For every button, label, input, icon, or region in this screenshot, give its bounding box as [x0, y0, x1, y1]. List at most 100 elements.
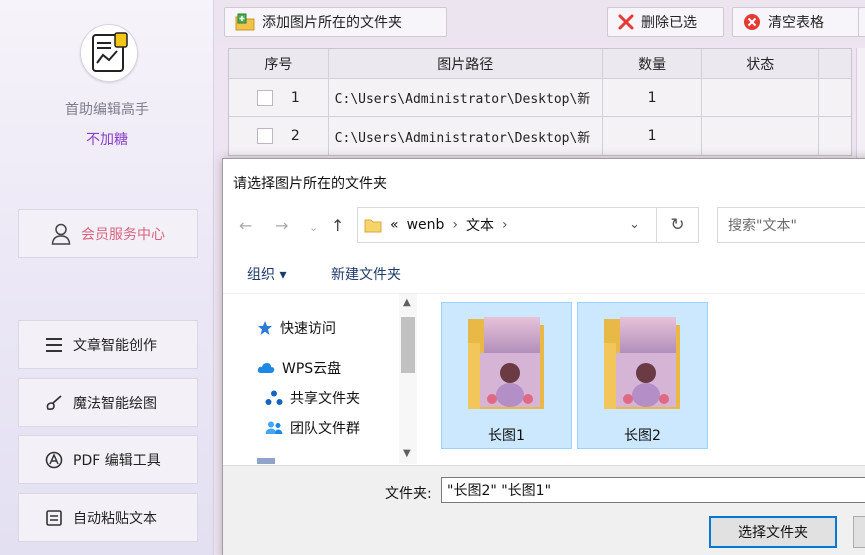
- list-icon: [46, 337, 62, 352]
- header-status[interactable]: 状态: [702, 49, 820, 78]
- back-arrow-icon[interactable]: ←: [239, 216, 252, 235]
- refresh-button[interactable]: ↻: [657, 207, 699, 243]
- pdf-icon: [45, 451, 63, 468]
- scroll-up-icon[interactable]: ▲: [403, 297, 411, 308]
- member-center-button[interactable]: 会员服务中心: [18, 209, 198, 258]
- row-spacer: [819, 117, 851, 155]
- new-folder-button[interactable]: 新建文件夹: [331, 264, 401, 284]
- sidebar-item-pdf[interactable]: PDF 编辑工具: [18, 435, 198, 484]
- delete-x-icon: [618, 14, 634, 30]
- folder-tile[interactable]: 长图2: [577, 302, 708, 449]
- breadcrumb-prefix: «: [390, 217, 399, 233]
- up-arrow-icon[interactable]: ↑: [331, 216, 344, 235]
- sidebar-item-drawing[interactable]: 魔法智能绘图: [18, 378, 198, 427]
- sidebar-item-label: 文章智能创作: [73, 337, 157, 354]
- team-icon: [265, 421, 283, 434]
- image-folder-icon: [604, 317, 680, 409]
- address-dropdown-icon[interactable]: ⌄: [629, 217, 640, 232]
- cloud-icon: [257, 363, 275, 373]
- dialog-footer: 文件夹: "长图2" "长图1" 选择文件夹: [223, 465, 865, 555]
- nav-item-label: 团队文件群: [290, 421, 360, 437]
- app-tagline: 不加糖: [86, 132, 128, 148]
- row-status: [702, 117, 820, 155]
- row-spacer: [819, 79, 851, 116]
- folder-name: 长图2: [624, 428, 661, 444]
- nav-item-shared-folder[interactable]: 共享文件夹: [265, 388, 360, 408]
- table-row[interactable]: 1 C:\Users\Administrator\Desktop\新 1: [229, 79, 851, 117]
- row-index-cell: 2: [229, 117, 329, 155]
- nav-item-quick-access[interactable]: 快速访问: [257, 318, 336, 338]
- select-folder-dialog: 请选择图片所在的文件夹 ← → ⌄ ↑ « wenb › 文本 › ⌄ ↻ 搜索…: [222, 158, 865, 555]
- row-path: C:\Users\Administrator\Desktop\新: [329, 117, 603, 155]
- navigation-pane: 快速访问 WPS云盘 共享文件夹 团队文件群: [223, 294, 419, 464]
- nav-item-partial: [257, 458, 275, 464]
- breadcrumb-separator-icon: ›: [502, 217, 508, 233]
- brush-icon: [46, 394, 62, 410]
- nav-pane-scroll-thumb[interactable]: [401, 317, 415, 373]
- add-folder-icon: [235, 13, 255, 31]
- breadcrumb-separator-icon: ›: [452, 217, 459, 233]
- delete-selected-label: 删除已选: [641, 15, 697, 31]
- address-bar[interactable]: « wenb › 文本 ›: [357, 207, 657, 243]
- nav-item-label: 快速访问: [280, 321, 336, 337]
- table-scrollbar[interactable]: [856, 48, 865, 158]
- image-folder-table: 序号 图片路径 数量 状态 1 C:\Users\Administrator\D…: [228, 48, 852, 156]
- header-path[interactable]: 图片路径: [329, 49, 603, 78]
- table-row[interactable]: 2 C:\Users\Administrator\Desktop\新 1: [229, 117, 851, 155]
- table-header: 序号 图片路径 数量 状态: [229, 49, 851, 79]
- folder-tile[interactable]: 长图1: [441, 302, 572, 449]
- add-folder-button[interactable]: 添加图片所在的文件夹: [224, 7, 447, 37]
- header-count[interactable]: 数量: [603, 49, 703, 78]
- clear-table-label: 清空表格: [768, 15, 824, 31]
- nav-item-label: 共享文件夹: [290, 391, 360, 407]
- app-logo: [80, 24, 138, 82]
- breadcrumb-item[interactable]: wenb: [407, 217, 445, 233]
- delete-selected-button[interactable]: 删除已选: [607, 7, 724, 37]
- select-folder-button[interactable]: 选择文件夹: [709, 516, 837, 548]
- top-toolbar: 添加图片所在的文件夹 删除已选 清空表格: [214, 0, 865, 46]
- sidebar-item-label: 魔法智能绘图: [73, 395, 157, 412]
- member-center-label: 会员服务中心: [81, 226, 165, 243]
- header-index[interactable]: 序号: [229, 49, 329, 78]
- organize-menu[interactable]: 组织 ▾: [247, 264, 286, 284]
- share-icon: [265, 390, 283, 405]
- sidebar-item-paste[interactable]: 自动粘贴文本: [18, 493, 198, 542]
- breadcrumb-item[interactable]: 文本: [466, 215, 494, 235]
- header-spacer: [819, 49, 851, 78]
- search-input[interactable]: 搜索"文本": [717, 207, 865, 243]
- folder-name-input[interactable]: "长图2" "长图1": [441, 477, 865, 503]
- toolbar-overflow-button[interactable]: [858, 7, 865, 37]
- folder-content-view: 长图1 长图2: [419, 294, 865, 464]
- row-status: [702, 79, 820, 116]
- dialog-title: 请选择图片所在的文件夹: [233, 176, 387, 192]
- sidebar-item-article[interactable]: 文章智能创作: [18, 320, 198, 369]
- user-icon: [51, 223, 71, 245]
- row-index-cell: 1: [229, 79, 329, 116]
- row-checkbox[interactable]: [256, 89, 273, 106]
- row-count: 1: [603, 117, 703, 155]
- add-folder-label: 添加图片所在的文件夹: [262, 15, 402, 31]
- scroll-down-icon[interactable]: ▼: [403, 448, 411, 459]
- app-name: 首助编辑高手: [65, 102, 149, 118]
- row-index: 1: [290, 89, 300, 106]
- app-sidebar: 首助编辑高手 不加糖 会员服务中心 文章智能创作 魔法智能绘图 PDF 编辑工具: [0, 0, 214, 555]
- clear-table-button[interactable]: 清空表格: [732, 7, 860, 37]
- row-checkbox[interactable]: [256, 128, 273, 144]
- sidebar-item-label: 自动粘贴文本: [73, 510, 157, 527]
- star-icon: [258, 321, 272, 335]
- row-index: 2: [290, 128, 300, 144]
- refresh-icon: ↻: [670, 215, 685, 235]
- folder-icon: [364, 219, 382, 233]
- nav-item-team-folder[interactable]: 团队文件群: [265, 418, 360, 438]
- image-folder-icon: [468, 317, 544, 409]
- row-count: 1: [603, 79, 703, 116]
- chart-logo-icon: [92, 32, 128, 72]
- folder-field-label: 文件夹:: [385, 486, 432, 502]
- clear-icon: [744, 14, 760, 30]
- recent-dropdown-icon[interactable]: ⌄: [309, 221, 318, 234]
- cancel-button[interactable]: [853, 516, 865, 548]
- sidebar-item-label: PDF 编辑工具: [73, 452, 161, 469]
- nav-item-wps-cloud[interactable]: WPS云盘: [257, 358, 341, 378]
- forward-arrow-icon[interactable]: →: [275, 216, 288, 235]
- row-path: C:\Users\Administrator\Desktop\新: [329, 79, 603, 116]
